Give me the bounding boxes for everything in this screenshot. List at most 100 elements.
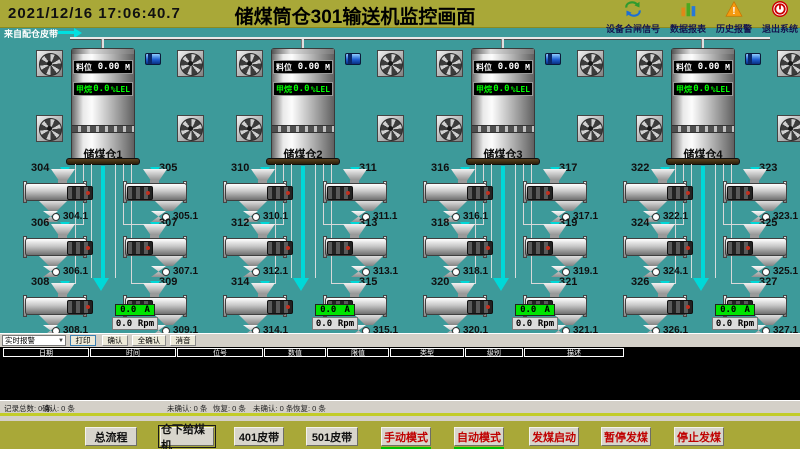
level-unit: M — [725, 63, 730, 72]
feeder-unit-317[interactable]: 317317.1 — [513, 166, 609, 224]
nav-button-5[interactable]: 手动模式 — [381, 427, 431, 446]
feeder-unit-304[interactable]: 304304.1 — [23, 166, 119, 224]
feeder-unit-310[interactable]: 310310.1 — [223, 166, 319, 224]
feeder-funnel — [755, 315, 783, 325]
level-unit: M — [125, 63, 130, 72]
feeder-number: 318 — [431, 217, 449, 229]
level-label: 料位 — [276, 62, 292, 73]
main-belt-line — [70, 37, 770, 40]
valve-indicator — [252, 213, 260, 221]
header-button-label: 数据报表 — [670, 22, 706, 35]
silo-discharge-belt — [466, 158, 540, 165]
valve-label: 312.1 — [263, 266, 288, 277]
feeder-unit-305[interactable]: 305305.1 — [113, 166, 209, 224]
feeder-unit-316[interactable]: 316316.1 — [423, 166, 519, 224]
header-button-label: 设备合闸信号 — [606, 22, 660, 35]
alarm-toolbar-button-4[interactable]: 消音 — [170, 335, 196, 346]
feeder-unit-323[interactable]: 323323.1 — [713, 166, 800, 224]
nav-button-4[interactable]: 501皮带 — [306, 427, 358, 446]
feeder-funnel — [639, 315, 667, 325]
alarm-panel: 实时报警 ▼ 打印确认全确认消音 日期时间位号数值限值类型级别描述 记录总数: … — [0, 333, 800, 421]
report-icon — [679, 1, 697, 22]
header-button-4[interactable]: 退出系统 — [762, 1, 798, 35]
level-value: 0.00 — [298, 62, 320, 72]
feeder-unit-312[interactable]: 312312.1 — [223, 221, 319, 279]
nav-button-6[interactable]: 自动模式 — [454, 427, 504, 446]
nav-button-7[interactable]: 发煤启动 — [529, 427, 579, 446]
rpm-unit: Rpm — [538, 319, 554, 329]
feeder-number: 322 — [631, 162, 649, 174]
feeder-unit-313[interactable]: 313313.1 — [313, 221, 409, 279]
feeder-motor-icon — [327, 241, 353, 255]
feeder-number: 316 — [431, 162, 449, 174]
feeder-number: 320 — [431, 276, 449, 288]
level-label: 料位 — [76, 62, 92, 73]
alarm-filter-dropdown[interactable]: 实时报警 ▼ — [2, 335, 66, 346]
feeder-funnel — [155, 256, 183, 266]
feeder-unit-308[interactable]: 308308.1 — [23, 280, 119, 338]
feeder-unit-314[interactable]: 314314.1 — [223, 280, 319, 338]
alarm-toolbar-button-3[interactable]: 全确认 — [132, 335, 166, 346]
alarm-toolbar-button-1[interactable]: 打印 — [70, 335, 96, 346]
nav-button-3[interactable]: 401皮带 — [234, 427, 284, 446]
feeder-funnel — [639, 201, 667, 211]
valve-indicator — [52, 213, 60, 221]
current-value: 0.0 — [520, 305, 536, 315]
feeder-funnel — [555, 315, 583, 325]
feeder-unit-311[interactable]: 311311.1 — [313, 166, 409, 224]
feeder-unit-325[interactable]: 325325.1 — [713, 221, 800, 279]
ch4-unit: %LEL — [311, 85, 330, 94]
feeder-motor-icon — [667, 241, 693, 255]
feeder-unit-306[interactable]: 306306.1 — [23, 221, 119, 279]
rpm-display: 0.0Rpm — [712, 317, 758, 330]
feeder-funnel — [755, 201, 783, 211]
alarm-table[interactable]: 日期时间位号数值限值类型级别描述 — [0, 347, 800, 400]
ch4-label: 甲烷 — [276, 84, 292, 95]
column-header: 类型 — [390, 348, 464, 357]
header-button-1[interactable]: 设备合闸信号 — [606, 1, 660, 35]
valve-indicator — [652, 213, 660, 221]
valve-indicator — [562, 268, 570, 276]
current-unit: A — [545, 305, 550, 315]
silo-discharge-belt — [66, 158, 140, 165]
silo-cap — [272, 49, 334, 54]
ch4-value: 0.0 — [493, 84, 509, 94]
feeder-motor-icon — [467, 300, 493, 314]
ch4-value: 0.0 — [693, 84, 709, 94]
feeder-number: 306 — [31, 217, 49, 229]
feeder-unit-322[interactable]: 322322.1 — [623, 166, 719, 224]
current-display: 0.0A — [715, 304, 755, 316]
feeder-unit-324[interactable]: 324324.1 — [623, 221, 719, 279]
incoming-belt-arrow — [58, 31, 74, 34]
motor-icon — [345, 53, 361, 65]
level-unit: M — [325, 63, 330, 72]
nav-button-8[interactable]: 暂停发煤 — [601, 427, 651, 446]
level-display: 料位0.00M — [473, 60, 533, 74]
feeder-motor-icon — [667, 300, 693, 314]
nav-button-9[interactable]: 停止发煤 — [674, 427, 724, 446]
feeder-number: 326 — [631, 276, 649, 288]
column-header: 时间 — [90, 348, 176, 357]
header-button-2[interactable]: 数据报表 — [670, 1, 706, 35]
fan-icon — [777, 115, 800, 142]
feeder-funnel — [355, 315, 383, 325]
fan-icon — [177, 50, 204, 77]
feeder-number: 310 — [231, 162, 249, 174]
feeder-unit-326[interactable]: 326326.1 — [623, 280, 719, 338]
feeder-funnel — [39, 201, 67, 211]
motor-icon — [145, 53, 161, 65]
feeder-funnel — [755, 256, 783, 266]
feeder-unit-318[interactable]: 318318.1 — [423, 221, 519, 279]
header-button-group: 设备合闸信号数据报表 !历史报警退出系统 — [606, 1, 798, 35]
feeder-unit-320[interactable]: 320320.1 — [423, 280, 519, 338]
header-button-3[interactable]: !历史报警 — [716, 1, 752, 35]
feeder-unit-319[interactable]: 319319.1 — [513, 221, 609, 279]
feeder-number: 304 — [31, 162, 49, 174]
nav-button-1[interactable]: 总流程 — [85, 427, 137, 446]
ch4-display: 甲烷0.0%LEL — [73, 82, 133, 96]
alarm-toolbar-button-2[interactable]: 确认 — [102, 335, 128, 346]
nav-button-2[interactable]: 仓下给煤机 — [160, 427, 214, 446]
fan-icon — [177, 115, 204, 142]
rpm-display: 0.0Rpm — [112, 317, 158, 330]
feeder-unit-307[interactable]: 307307.1 — [113, 221, 209, 279]
